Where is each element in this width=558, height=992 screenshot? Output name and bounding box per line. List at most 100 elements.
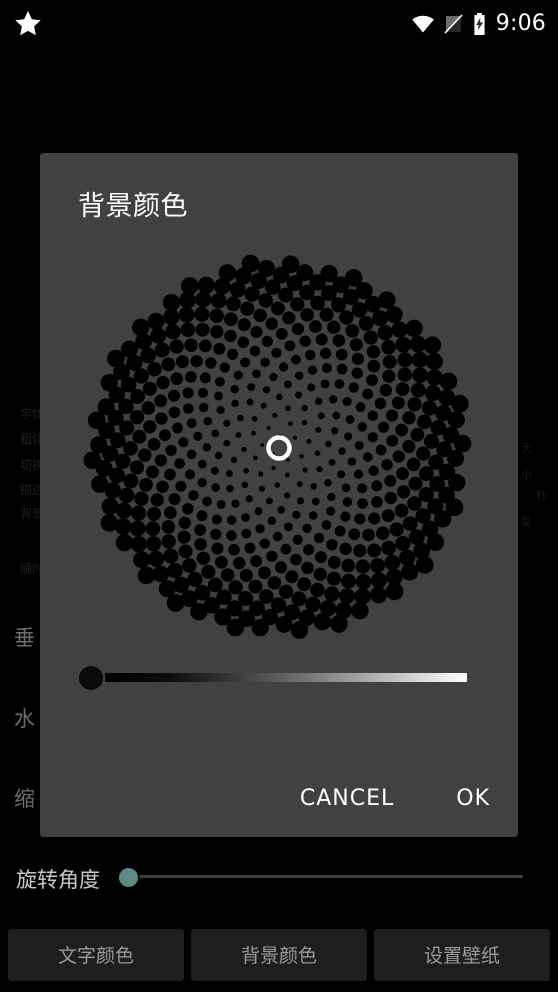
color-swatch-dot[interactable] [130,535,147,553]
color-swatch-dot[interactable] [382,369,396,383]
color-swatch-dot[interactable] [271,347,282,359]
color-swatch-dot[interactable] [262,386,271,394]
color-swatch-dot[interactable] [381,339,396,355]
color-swatch-dot[interactable] [301,419,308,426]
color-swatch-dot[interactable] [148,550,165,567]
color-swatch-dot[interactable] [395,336,412,353]
color-swatch-dot[interactable] [241,254,260,273]
color-swatch-dot[interactable] [132,318,150,337]
color-swatch-dot[interactable] [342,497,353,507]
color-swatch-dot[interactable] [402,516,418,532]
color-swatch-dot[interactable] [211,542,224,555]
color-swatch-dot[interactable] [447,449,465,467]
color-swatch-dot[interactable] [317,412,325,420]
color-swatch-dot[interactable] [394,503,409,518]
color-swatch-dot[interactable] [272,412,278,418]
color-swatch-dot[interactable] [183,403,194,414]
color-swatch-dot[interactable] [344,432,353,441]
color-swatch-dot[interactable] [185,371,197,383]
color-swatch-dot[interactable] [147,437,161,451]
color-swatch-dot[interactable] [258,589,274,604]
color-swatch-dot[interactable] [334,379,345,389]
color-swatch-dot[interactable] [285,570,299,584]
text-color-button[interactable]: 文字颜色 [8,928,184,981]
color-swatch-dot[interactable] [101,497,119,515]
color-swatch-dot[interactable] [219,362,230,373]
color-swatch-dot[interactable] [357,498,368,509]
color-swatch-dot[interactable] [391,321,408,338]
color-swatch-dot[interactable] [253,455,258,460]
color-swatch-dot[interactable] [283,492,291,499]
color-swatch-dot[interactable] [210,292,227,309]
color-swatch-dot[interactable] [286,457,290,462]
color-swatch-dot[interactable] [402,439,416,453]
color-swatch-dot[interactable] [290,297,305,312]
color-swatch-dot[interactable] [182,558,197,573]
color-swatch-dot[interactable] [170,372,184,385]
color-swatch-dot[interactable] [354,440,364,450]
color-swatch-dot[interactable] [357,483,368,494]
color-swatch-dot[interactable] [168,493,181,506]
color-swatch-dot[interactable] [362,452,373,462]
color-swatch-dot[interactable] [230,456,238,463]
brightness-slider[interactable] [40,658,518,698]
color-swatch-dot[interactable] [313,532,325,544]
color-swatch-dot[interactable] [226,618,245,637]
color-swatch-dot[interactable] [165,324,181,340]
color-swatch-dot[interactable] [241,481,249,489]
color-swatch-dot[interactable] [338,447,346,456]
color-swatch-dot[interactable] [147,507,162,522]
color-swatch-dot[interactable] [320,379,330,389]
color-swatch-dot[interactable] [372,310,389,327]
color-swatch-dot[interactable] [123,441,138,456]
color-swatch-dot[interactable] [353,544,367,558]
color-swatch-dot[interactable] [167,389,181,402]
color-swatch-dot[interactable] [267,516,277,526]
cancel-button[interactable]: CANCEL [286,778,408,819]
color-swatch-dot[interactable] [397,352,413,368]
color-swatch-dot[interactable] [408,476,423,491]
color-swatch-dot[interactable] [386,434,399,447]
color-swatch-dot[interactable] [166,594,185,612]
color-swatch-dot[interactable] [90,436,108,454]
color-swatch-dot[interactable] [406,457,421,472]
color-swatch-dot[interactable] [397,367,413,382]
color-swatch-dot[interactable] [341,573,356,589]
color-swatch-dot[interactable] [216,499,226,509]
color-wheel-picker[interactable] [40,248,518,648]
color-swatch-dot[interactable] [384,554,401,571]
color-swatch-dot[interactable] [362,388,374,400]
color-swatch-dot[interactable] [399,549,416,566]
color-swatch-dot[interactable] [389,522,404,537]
color-swatch-dot[interactable] [345,415,355,424]
color-swatch-dot[interactable] [368,465,379,476]
color-swatch-dot[interactable] [196,551,211,566]
color-swatch-dot[interactable] [367,432,378,443]
color-swatch-dot[interactable] [381,540,396,556]
color-swatch-dot[interactable] [354,588,371,605]
color-swatch-dot[interactable] [187,571,203,587]
color-swatch-dot[interactable] [421,400,438,416]
color-swatch-dot[interactable] [226,530,237,541]
color-swatch-dot[interactable] [265,497,273,505]
color-swatch-dot[interactable] [447,411,465,429]
color-swatch-dot[interactable] [351,352,365,365]
color-swatch-dot[interactable] [175,355,189,369]
color-swatch-dot[interactable] [231,499,240,508]
color-swatch-dot[interactable] [311,497,320,506]
color-swatch-dot[interactable] [169,339,184,354]
color-swatch-dot[interactable] [282,311,296,325]
background-color-button[interactable]: 背景颜色 [191,928,367,981]
color-swatch-dot[interactable] [310,483,318,490]
color-swatch-dot[interactable] [339,542,352,556]
color-swatch-dot[interactable] [182,387,194,399]
color-swatch-dot[interactable] [141,401,156,415]
color-swatch-dot[interactable] [415,555,434,574]
color-swatch-dot[interactable] [132,429,147,444]
color-swatch-dot[interactable] [296,497,305,505]
color-swatch-dot[interactable] [100,514,119,532]
color-swatch-dot[interactable] [384,491,397,505]
color-swatch-dot[interactable] [327,571,342,586]
color-swatch-dot[interactable] [211,483,220,492]
color-swatch-dot[interactable] [115,533,134,552]
